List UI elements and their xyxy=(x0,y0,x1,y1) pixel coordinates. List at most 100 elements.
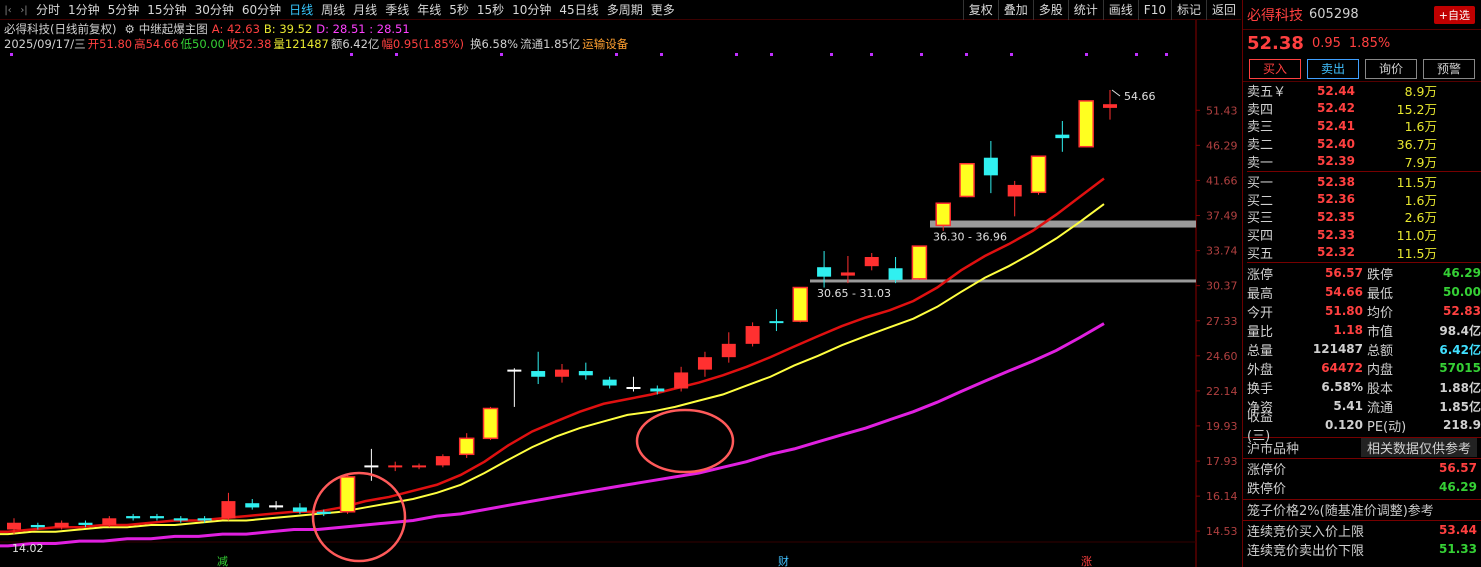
tool-button[interactable]: 多股 xyxy=(1032,0,1068,20)
candle[interactable] xyxy=(458,433,475,458)
quote-row: 涨停 56.57 跌停 46.29 xyxy=(1243,264,1481,283)
collapse-left-icon[interactable]: |‹ xyxy=(0,0,16,20)
candle[interactable] xyxy=(578,362,593,380)
price-change: 0.95 xyxy=(1311,35,1341,51)
candle[interactable] xyxy=(339,474,356,514)
candle[interactable] xyxy=(507,368,522,407)
candle[interactable] xyxy=(626,376,641,392)
orderbook-row[interactable]: 卖一 52.39 7.9万 xyxy=(1247,152,1481,171)
period-tab[interactable]: 10分钟 xyxy=(508,0,555,20)
candle[interactable] xyxy=(721,332,736,363)
limits-row: 跌停价 46.29 xyxy=(1243,478,1481,497)
orderbook-row[interactable]: 卖三 52.41 1.6万 xyxy=(1247,117,1481,136)
period-tab[interactable]: 日线 xyxy=(285,0,317,20)
data-note: 相关数据仅供参考 xyxy=(1360,438,1477,458)
candle[interactable] xyxy=(983,140,998,194)
candle[interactable] xyxy=(697,351,712,377)
orderbook-row[interactable]: 卖四 52.42 15.2万 xyxy=(1247,100,1481,118)
candle-body xyxy=(412,465,427,468)
orderbook-row[interactable]: 买一 52.38 11.5万 xyxy=(1247,173,1481,192)
candle[interactable] xyxy=(435,454,450,468)
candle[interactable] xyxy=(221,492,236,521)
orderbook-row[interactable]: 卖二 52.40 36.7万 xyxy=(1247,135,1481,154)
candle[interactable] xyxy=(840,255,855,284)
candle[interactable] xyxy=(911,245,928,280)
period-tab[interactable]: 年线 xyxy=(413,0,445,20)
y-tick-label: 19.93 xyxy=(1206,420,1238,433)
kline-chart[interactable]: 36.30 - 36.96 30.65 - 31.03 54.66 14.02 减 财 涨… xyxy=(0,20,1241,567)
zone-label-lower: 30.65 - 31.03 xyxy=(817,287,891,300)
candle[interactable] xyxy=(792,286,809,323)
stock-app: |‹ ›| 分时 1分钟 5分钟 15分钟 30分钟 60分钟 日线 周线 月线 季线 年线 5秒 15… xyxy=(0,0,1481,567)
orderbook-row[interactable]: 买四 52.33 11.0万 xyxy=(1247,226,1481,245)
low-price-label: 14.02 xyxy=(12,542,44,555)
tool-button[interactable]: F10 xyxy=(1137,0,1171,20)
candle[interactable] xyxy=(959,162,975,198)
candle[interactable] xyxy=(531,351,546,385)
period-tab[interactable]: 5分钟 xyxy=(104,0,144,20)
orderbook-row[interactable]: 卖五￥ 52.44 8.9万 xyxy=(1247,82,1481,101)
period-tab[interactable]: 季线 xyxy=(381,0,413,20)
quote-v: 5.41 xyxy=(1333,399,1363,414)
candle-body xyxy=(959,162,975,198)
quote-k: 总量 xyxy=(1247,343,1274,359)
buy-button[interactable]: 买入 xyxy=(1249,58,1301,79)
candle[interactable] xyxy=(1103,90,1117,120)
tool-button[interactable]: 画线 xyxy=(1102,0,1138,20)
candle[interactable] xyxy=(555,364,569,383)
alert-button[interactable]: 预警 xyxy=(1423,58,1475,79)
period-tab[interactable]: 15分钟 xyxy=(143,0,190,20)
tool-button[interactable]: 统计 xyxy=(1067,0,1103,20)
candle[interactable] xyxy=(674,366,689,392)
sell-button[interactable]: 卖出 xyxy=(1307,58,1359,79)
last-price: 52.38 xyxy=(1247,32,1304,54)
add-watchlist-button[interactable]: +自选 xyxy=(1433,5,1475,24)
divider xyxy=(1247,261,1481,263)
orderbook-row[interactable]: 买五 52.32 11.5万 xyxy=(1247,243,1481,262)
cage-value: 53.44 xyxy=(1439,523,1477,538)
candle[interactable] xyxy=(412,463,427,470)
candle[interactable] xyxy=(388,461,403,472)
candle[interactable] xyxy=(269,501,284,510)
orderbook-vol: 11.5万 xyxy=(1396,245,1437,261)
candle[interactable] xyxy=(245,499,260,510)
tool-button[interactable]: 叠加 xyxy=(997,0,1033,20)
candle[interactable] xyxy=(149,513,164,521)
period-tab[interactable]: 1分钟 xyxy=(64,0,104,20)
period-tab[interactable]: 月线 xyxy=(349,0,381,20)
orderbook-row[interactable]: 买三 52.35 2.6万 xyxy=(1247,208,1481,227)
inquiry-button[interactable]: 询价 xyxy=(1365,58,1417,79)
period-tab[interactable]: 30分钟 xyxy=(191,0,238,20)
candle[interactable] xyxy=(888,256,903,284)
candle[interactable] xyxy=(864,252,879,271)
tool-button[interactable]: 返回 xyxy=(1205,0,1241,20)
period-tab[interactable]: 15秒 xyxy=(473,0,508,20)
period-tab[interactable]: 5秒 xyxy=(445,0,473,20)
period-tab[interactable]: 60分钟 xyxy=(238,0,285,20)
period-tabs: 分时 1分钟 5分钟 15分钟 30分钟 60分钟 日线 周线 月线 季线 年线 5秒 15秒 10分钟 4… xyxy=(32,0,679,20)
period-tab[interactable]: 分时 xyxy=(32,0,64,20)
candle[interactable] xyxy=(1078,100,1094,148)
limits-value: 46.29 xyxy=(1439,480,1477,495)
period-tab[interactable]: 更多 xyxy=(647,0,679,20)
quote-v: 54.66 xyxy=(1325,285,1363,300)
candle[interactable] xyxy=(745,322,760,347)
period-tab[interactable]: 多周期 xyxy=(603,0,647,20)
period-tab[interactable]: 周线 xyxy=(317,0,349,20)
candle[interactable] xyxy=(602,376,617,389)
candle[interactable] xyxy=(1030,155,1047,195)
support-zone-upper xyxy=(930,220,1196,228)
candle[interactable] xyxy=(769,309,784,332)
expand-right-icon[interactable]: ›| xyxy=(16,0,32,20)
candle[interactable] xyxy=(482,406,499,441)
candle[interactable] xyxy=(1055,121,1070,152)
candle[interactable] xyxy=(126,513,141,521)
candle[interactable] xyxy=(1007,180,1022,217)
orderbook-vol: 8.9万 xyxy=(1404,84,1437,100)
signal-dot xyxy=(500,53,503,56)
period-tab[interactable]: 45日线 xyxy=(555,0,602,20)
orderbook-row[interactable]: 买二 52.36 1.6万 xyxy=(1247,191,1481,209)
candle-body xyxy=(531,371,546,377)
tool-button[interactable]: 标记 xyxy=(1170,0,1206,20)
tool-button[interactable]: 复权 xyxy=(962,0,998,20)
